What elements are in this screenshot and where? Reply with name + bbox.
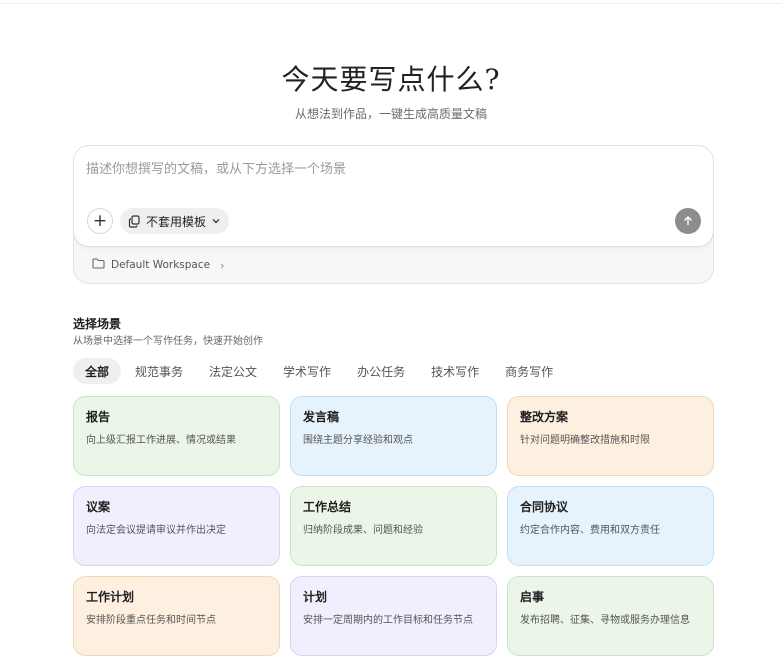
card-description: 围绕主题分享经验和观点 <box>303 435 413 446</box>
card-title: 计划 <box>303 590 328 604</box>
scenes-title: 选择场景 <box>73 317 122 331</box>
card-title: 工作计划 <box>86 590 135 604</box>
workspace-selector[interactable]: Default Workspace › <box>92 258 225 272</box>
card-title: 合同协议 <box>520 500 569 514</box>
tab-standard-affairs[interactable]: 规范事务 <box>123 358 195 384</box>
page-subtitle: 从想法到作品，一键生成高质量文稿 <box>294 107 487 121</box>
scene-card-motion[interactable]: 议案 向法定会议提请审议并作出决定 <box>73 486 280 566</box>
card-title: 议案 <box>86 500 111 514</box>
card-title: 启事 <box>520 590 545 604</box>
scene-card-report[interactable]: 报告 向上级汇报工作进展、情况或结果 <box>73 396 280 476</box>
add-attachment-button[interactable]: + <box>87 208 113 234</box>
card-description: 安排一定周期内的工作目标和任务节点 <box>303 615 473 626</box>
tab-technical-writing[interactable]: 技术写作 <box>419 358 491 384</box>
tab-academic-writing[interactable]: 学术写作 <box>271 358 343 384</box>
chevron-right-icon: › <box>220 258 225 272</box>
scene-card-plan[interactable]: 计划 安排一定周期内的工作目标和任务节点 <box>290 576 497 656</box>
scene-card-notice[interactable]: 启事 发布招聘、征集、寻物或服务办理信息 <box>507 576 714 656</box>
template-select-label: 不套用模板 <box>146 214 207 229</box>
scene-card-rectification-plan[interactable]: 整改方案 针对问题明确整改措施和时限 <box>507 396 714 476</box>
plus-icon: + <box>92 210 108 231</box>
top-divider <box>0 3 782 4</box>
scene-card-contract[interactable]: 合同协议 约定合作内容、费用和双方责任 <box>507 486 714 566</box>
card-title: 发言稿 <box>303 410 340 424</box>
template-select-button[interactable]: 不套用模板 <box>120 208 230 234</box>
card-description: 安排阶段重点任务和时间节点 <box>86 615 216 626</box>
card-description: 针对问题明确整改措施和时限 <box>520 435 650 446</box>
composer-panel: + 不套用模板 Default Workspace › <box>73 145 714 284</box>
page-title: 今天要写点什么? <box>281 63 501 96</box>
scene-card-speech[interactable]: 发言稿 围绕主题分享经验和观点 <box>290 396 497 476</box>
chevron-down-icon <box>211 216 221 226</box>
scenes-subtitle: 从场景中选择一个写作任务，快速开始创作 <box>73 336 263 347</box>
copy-template-icon <box>128 214 141 228</box>
composer-input-area: + 不套用模板 <box>74 146 713 247</box>
send-button[interactable] <box>675 208 701 234</box>
folder-icon <box>92 258 105 272</box>
card-description: 发布招聘、征集、寻物或服务办理信息 <box>520 615 690 626</box>
card-description: 向法定会议提请审议并作出决定 <box>86 525 226 536</box>
card-description: 约定合作内容、费用和双方责任 <box>520 525 660 536</box>
scene-card-work-summary[interactable]: 工作总结 归纳阶段成果、问题和经验 <box>290 486 497 566</box>
card-title: 报告 <box>86 410 111 424</box>
card-title: 工作总结 <box>303 500 352 514</box>
arrow-up-icon <box>682 212 694 231</box>
tab-business-writing[interactable]: 商务写作 <box>493 358 565 384</box>
tab-all[interactable]: 全部 <box>73 358 122 384</box>
prompt-input[interactable] <box>86 158 686 180</box>
scene-card-work-plan[interactable]: 工作计划 安排阶段重点任务和时间节点 <box>73 576 280 656</box>
scene-tabs: 全部 规范事务 法定公文 学术写作 办公任务 技术写作 商务写作 <box>73 358 567 384</box>
card-description: 向上级汇报工作进展、情况或结果 <box>86 435 236 446</box>
tab-official-documents[interactable]: 法定公文 <box>197 358 269 384</box>
card-description: 归纳阶段成果、问题和经验 <box>303 525 423 536</box>
workspace-label: Default Workspace <box>111 259 211 271</box>
card-title: 整改方案 <box>520 410 569 424</box>
tab-office-tasks[interactable]: 办公任务 <box>345 358 417 384</box>
